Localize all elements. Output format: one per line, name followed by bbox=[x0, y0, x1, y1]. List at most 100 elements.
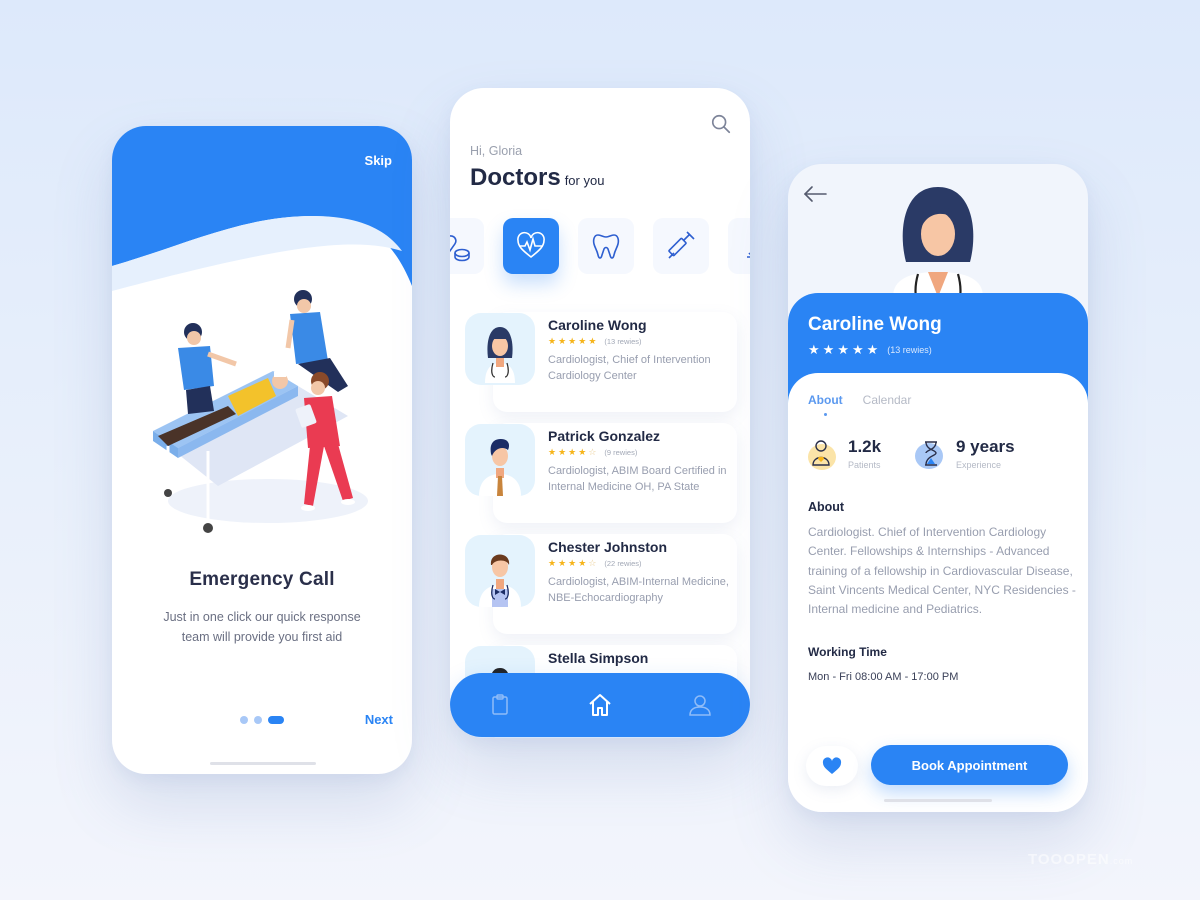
star-icon: ★ bbox=[568, 447, 577, 457]
category-pills[interactable] bbox=[450, 218, 484, 274]
category-dental[interactable] bbox=[578, 218, 634, 274]
detail-sheet: About Calendar 1.2k Patients 9 years Exp… bbox=[788, 373, 1088, 812]
clipboard-icon bbox=[492, 694, 508, 715]
home-icon bbox=[589, 694, 611, 716]
doctor-name: Patrick Gonzalez bbox=[548, 428, 661, 444]
watermark: TOOOPEN.com bbox=[1028, 851, 1134, 868]
working-time-heading: Working Time bbox=[808, 645, 887, 659]
star-icon: ★ bbox=[578, 336, 587, 346]
star-icon: ★ bbox=[578, 447, 587, 457]
doctor-avatar bbox=[465, 313, 535, 385]
doctor-rating: ★ ★ ★ ★ ☆ (22 rewies) bbox=[548, 558, 641, 568]
star-icon: ★ bbox=[548, 558, 557, 568]
star-outline-icon: ☆ bbox=[588, 558, 597, 568]
patient-icon bbox=[808, 440, 836, 470]
doctor-card[interactable]: Patrick Gonzalez ★ ★ ★ ★ ☆ (9 rewies) Cardio… bbox=[463, 423, 737, 523]
next-button[interactable]: Next bbox=[365, 712, 393, 727]
stat-patients: 1.2k Patients bbox=[806, 435, 881, 471]
onboarding-title: Emergency Call bbox=[189, 569, 335, 590]
paramedics-illustration bbox=[153, 290, 368, 533]
home-indicator bbox=[884, 799, 992, 802]
doctor-avatar bbox=[465, 424, 535, 496]
about-heading: About bbox=[808, 500, 845, 514]
review-count: (9 rewies) bbox=[604, 447, 638, 457]
star-icon: ★ bbox=[558, 336, 567, 346]
tab-home[interactable] bbox=[587, 692, 613, 718]
page-title-suffix: for you bbox=[564, 173, 605, 188]
favorite-button[interactable] bbox=[806, 746, 858, 786]
tab-appointments[interactable] bbox=[487, 692, 513, 718]
home-indicator bbox=[210, 762, 316, 765]
category-cardiology[interactable] bbox=[503, 218, 559, 274]
star-icon: ★ bbox=[568, 558, 577, 568]
book-appointment-button[interactable]: Book Appointment bbox=[871, 745, 1068, 785]
experience-value: 9 years bbox=[956, 436, 1015, 456]
category-vaccination[interactable] bbox=[653, 218, 709, 274]
doctor-specialty: Cardiologist, ABIM-Internal Medicine, NB… bbox=[548, 576, 729, 604]
review-count: (13 rewies) bbox=[604, 336, 642, 346]
search-icon[interactable] bbox=[710, 113, 732, 135]
doctor-rating: ★ ★ ★ ★ ☆ (9 rewies) bbox=[548, 447, 637, 457]
page-dot-3-active[interactable] bbox=[268, 716, 284, 724]
category-lab[interactable] bbox=[728, 218, 750, 274]
star-icon: ★ bbox=[588, 336, 597, 346]
star-icon: ★ bbox=[837, 342, 849, 357]
hourglass-icon bbox=[915, 441, 943, 469]
bottom-tab-bar bbox=[450, 673, 750, 737]
doctor-name: Stella Simpson bbox=[548, 650, 649, 666]
doctor-card[interactable]: Chester Johnston ★ ★ ★ ★ ☆ (22 rewies) Cardi… bbox=[463, 534, 737, 634]
star-icon: ★ bbox=[866, 342, 879, 357]
user-icon bbox=[689, 695, 711, 716]
greeting: Hi, Gloria bbox=[470, 144, 523, 158]
experience-label: Experience bbox=[956, 459, 1002, 470]
back-arrow-icon[interactable] bbox=[802, 184, 828, 204]
doctor-name: Chester Johnston bbox=[548, 539, 668, 555]
page-dot-1[interactable] bbox=[240, 716, 248, 724]
syringe-icon bbox=[668, 231, 695, 259]
patients-value: 1.2k bbox=[848, 436, 882, 456]
female-doctor-avatar-icon bbox=[485, 327, 515, 383]
detail-tabs: About Calendar bbox=[808, 393, 912, 416]
doctors-list-screen: Hi, Gloria Doctors for you Caroline Wong… bbox=[450, 88, 750, 738]
pills-icon bbox=[450, 235, 470, 262]
doctor-specialty: Cardiologist, Chief of Intervention Card… bbox=[548, 354, 711, 382]
star-outline-icon: ☆ bbox=[588, 447, 597, 457]
heart-pulse-icon bbox=[517, 231, 545, 259]
star-icon: ★ bbox=[558, 447, 567, 457]
doctor-avatar bbox=[465, 535, 535, 607]
star-icon: ★ bbox=[808, 342, 820, 357]
page-title-main: Doctors bbox=[470, 164, 561, 191]
doctor-rating: ★ ★ ★ ★ ★ (13 rewies) bbox=[548, 336, 641, 346]
doctor-detail-screen: Caroline Wong ★ ★ ★ ★ ★ (13 rewies) About Ca… bbox=[788, 164, 1088, 812]
doctor-portrait bbox=[893, 187, 983, 297]
tab-about[interactable]: About bbox=[808, 393, 843, 416]
star-icon: ★ bbox=[548, 447, 557, 457]
skip-button[interactable]: Skip bbox=[365, 153, 392, 168]
tab-profile[interactable] bbox=[687, 692, 713, 718]
stat-experience: 9 years Experience bbox=[914, 435, 1015, 471]
star-icon: ★ bbox=[548, 336, 557, 346]
review-count: (13 rewies) bbox=[887, 345, 932, 355]
doctor-rating: ★ ★ ★ ★ ★ (13 rewies) bbox=[808, 343, 932, 357]
doctor-name: Caroline Wong bbox=[808, 314, 942, 335]
star-icon: ★ bbox=[851, 342, 864, 357]
microscope-icon bbox=[747, 252, 750, 258]
male-doctor-avatar-icon bbox=[479, 439, 521, 496]
doctor-name: Caroline Wong bbox=[548, 317, 647, 333]
patients-label: Patients bbox=[848, 459, 881, 470]
category-row bbox=[450, 218, 750, 274]
page-title: Doctors for you bbox=[470, 164, 604, 192]
star-icon: ★ bbox=[822, 342, 835, 357]
onboarding-description: Just in one click our quick response tea… bbox=[163, 610, 361, 644]
doctor-card[interactable]: Caroline Wong ★ ★ ★ ★ ★ (13 rewies) Cardiolo… bbox=[463, 312, 737, 412]
page-dot-2[interactable] bbox=[254, 716, 262, 724]
page-indicator bbox=[240, 716, 284, 724]
star-icon: ★ bbox=[578, 558, 587, 568]
about-text: Cardiologist. Chief of Intervention Card… bbox=[808, 525, 1076, 617]
review-count: (22 rewies) bbox=[604, 558, 642, 568]
tab-calendar[interactable]: Calendar bbox=[863, 393, 912, 407]
heart-icon bbox=[822, 757, 842, 774]
doctor-specialty: Cardiologist, ABIM Board Certified in In… bbox=[548, 465, 727, 493]
star-icon: ★ bbox=[558, 558, 567, 568]
tooth-icon bbox=[592, 234, 620, 259]
